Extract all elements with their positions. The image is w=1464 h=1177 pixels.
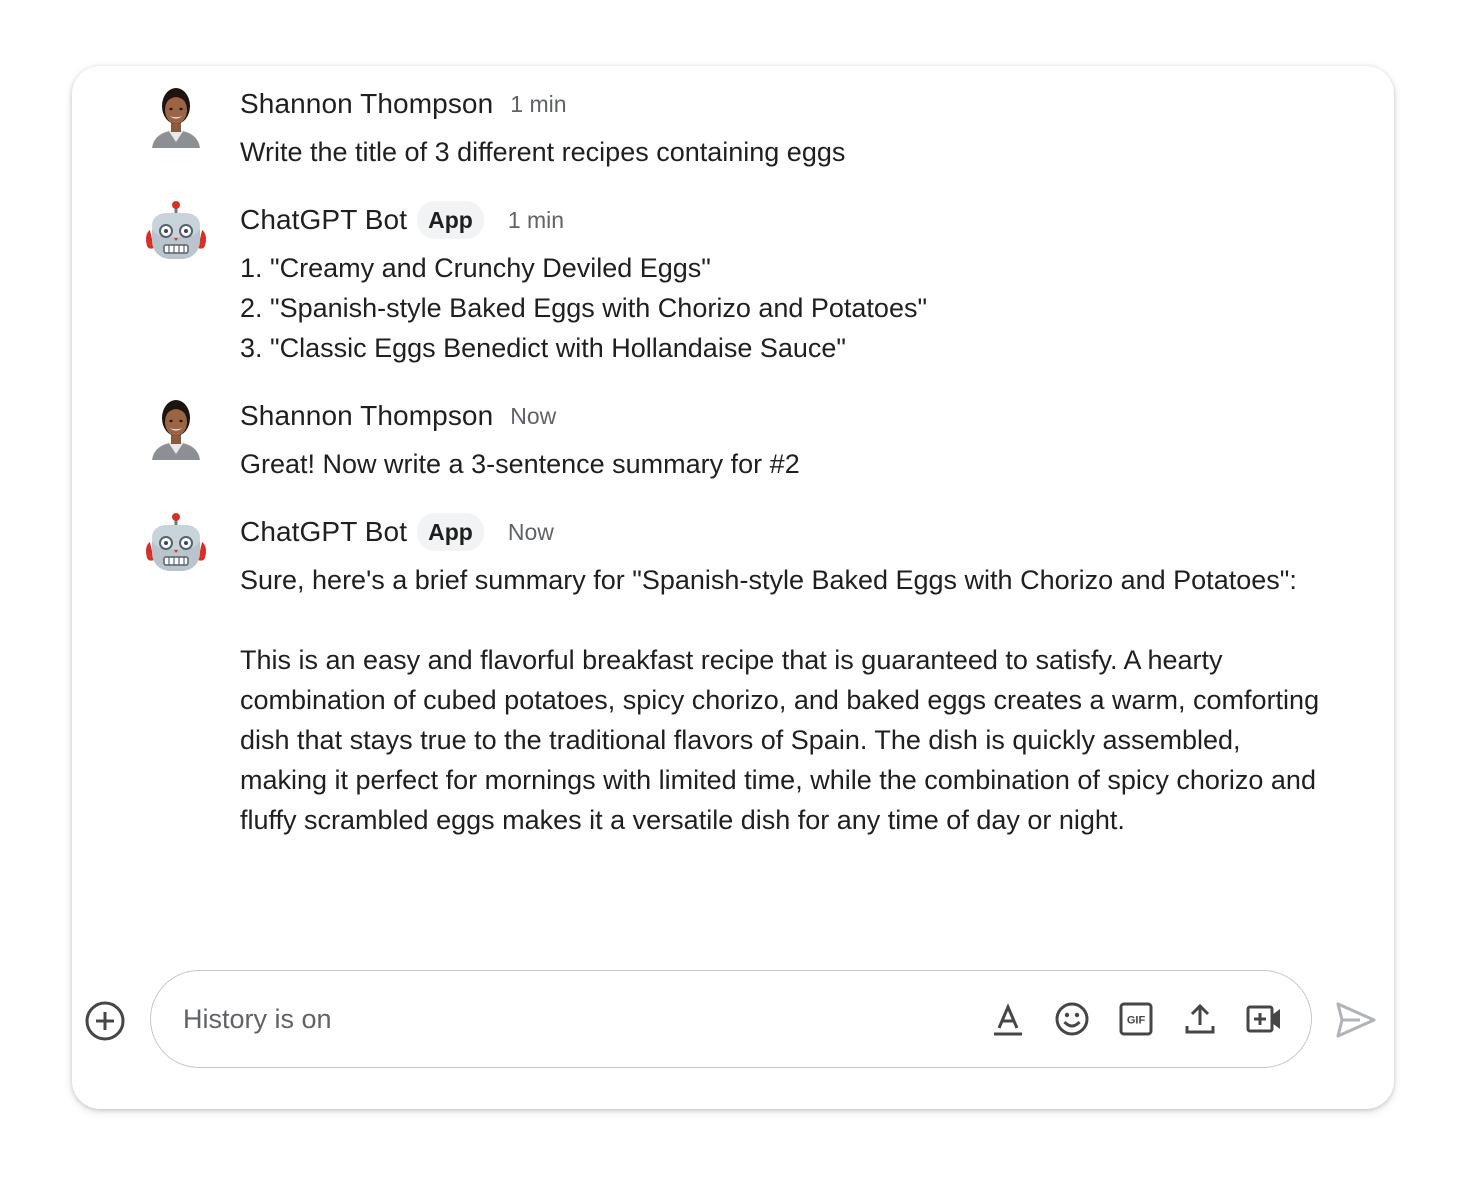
sender-name[interactable]: Shannon Thompson: [240, 400, 493, 432]
emoji-icon: [1055, 1002, 1089, 1036]
message-summary: This is an easy and flavorful breakfast …: [240, 645, 1320, 835]
message-time: Now: [507, 518, 554, 545]
add-circle-icon: [85, 1001, 125, 1041]
list-item: 2. "Spanish-style Baked Eggs with Choriz…: [240, 293, 928, 323]
message-body: Write the title of 3 different recipes c…: [240, 132, 1320, 172]
chat-panel: Shannon Thompson 1 min Write the title o…: [72, 66, 1394, 1109]
send-icon: [1336, 1002, 1376, 1038]
message-text: Great! Now write a 3-sentence summary fo…: [240, 449, 800, 479]
upload-icon: [1185, 1003, 1215, 1034]
message-intro: Sure, here's a brief summary for "Spanis…: [240, 565, 1297, 595]
sender-name[interactable]: Shannon Thompson: [240, 88, 493, 120]
robot-icon: [146, 201, 206, 259]
sender-name[interactable]: ChatGPT Bot: [240, 516, 407, 548]
emoji-button[interactable]: [1052, 999, 1092, 1039]
upload-button[interactable]: [1180, 999, 1220, 1039]
user-avatar[interactable]: [144, 396, 208, 460]
gif-button[interactable]: GIF: [1116, 999, 1156, 1039]
video-meeting-button[interactable]: [1244, 999, 1284, 1039]
text-format-icon: [994, 1003, 1022, 1036]
svg-text:GIF: GIF: [1127, 1015, 1146, 1027]
bot-avatar[interactable]: [144, 512, 208, 576]
message-header: Shannon Thompson 1 min: [240, 84, 567, 124]
message-composer: GIF: [150, 970, 1312, 1068]
message-time: Now: [510, 402, 557, 429]
user-avatar-icon: [152, 88, 200, 148]
video-meeting-icon: [1246, 1005, 1280, 1033]
message-text: Write the title of 3 different recipes c…: [240, 137, 846, 167]
sender-name[interactable]: ChatGPT Bot: [240, 204, 407, 236]
message-header: ChatGPT Bot App 1 min: [240, 200, 564, 240]
message-body: Great! Now write a 3-sentence summary fo…: [240, 444, 1320, 484]
robot-icon: [146, 513, 206, 571]
message-header: Shannon Thompson Now: [240, 396, 556, 436]
list-item: 3. "Classic Eggs Benedict with Hollandai…: [240, 333, 846, 363]
message-body: 1. "Creamy and Crunchy Deviled Eggs" 2. …: [240, 248, 1320, 368]
message-time: 1 min: [510, 90, 567, 117]
bot-avatar[interactable]: [144, 200, 208, 264]
message-header: ChatGPT Bot App Now: [240, 512, 554, 552]
app-badge: App: [417, 201, 484, 239]
message-body: Sure, here's a brief summary for "Spanis…: [240, 560, 1320, 840]
format-text-button[interactable]: [988, 999, 1028, 1039]
message-time: 1 min: [507, 206, 565, 233]
send-button[interactable]: [1334, 998, 1378, 1042]
message-input[interactable]: [183, 999, 783, 1039]
app-badge: App: [417, 513, 484, 551]
list-item: 1. "Creamy and Crunchy Deviled Eggs": [240, 253, 711, 283]
user-avatar[interactable]: [144, 84, 208, 148]
user-avatar-icon: [152, 400, 200, 460]
add-button[interactable]: [84, 1000, 126, 1042]
gif-icon: GIF: [1119, 1002, 1153, 1036]
